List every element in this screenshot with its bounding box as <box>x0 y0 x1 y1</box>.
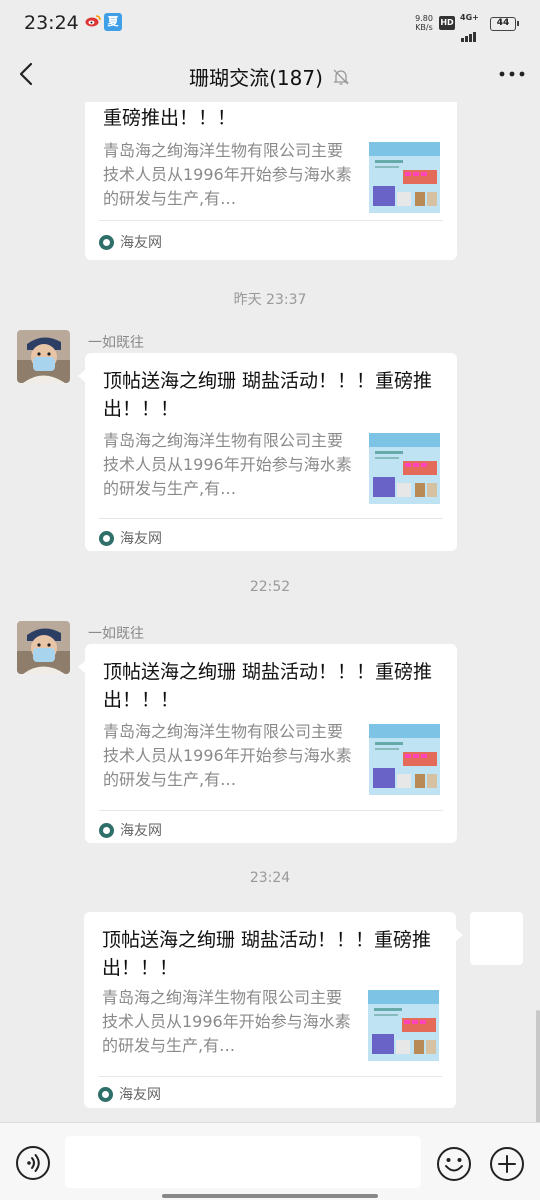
weibo-icon <box>85 14 101 32</box>
more-dots-icon[interactable] <box>496 60 528 88</box>
card-source: 海友网 <box>99 820 162 840</box>
hd-icon: HD <box>439 16 455 30</box>
battery-level: 44 <box>496 18 510 28</box>
card-title: 顶帖送海之绚珊 瑚盐活动！！！重磅推出！！！ <box>103 661 433 711</box>
card-thumbnail <box>369 142 440 213</box>
battery-icon: 44 <box>490 17 519 31</box>
haiyouwang-logo-icon <box>99 530 114 546</box>
card-source-name: 海友网 <box>120 235 162 251</box>
sender-name: 一如既往 <box>88 335 144 351</box>
link-card[interactable]: 顶帖送海之绚珊 瑚盐活动！！！重磅推出！！！ 青岛海之绚海洋生物有限公司主要技术… <box>78 644 457 843</box>
card-source-name: 海友网 <box>119 1087 161 1103</box>
haiyouwang-logo-icon <box>99 822 114 838</box>
network-type: 4G+ <box>460 13 479 22</box>
timestamp: 23:24 <box>249 870 291 886</box>
card-thumbnail <box>369 724 440 795</box>
link-card-outgoing[interactable]: 顶帖送海之绚珊 瑚盐活动！！！重磅推出！！！ 青岛海之绚海洋生物有限公司主要技术… <box>84 912 463 1108</box>
plus-icon[interactable] <box>489 1146 525 1182</box>
timestamp: 22:52 <box>249 579 291 595</box>
avatar[interactable] <box>17 330 70 383</box>
bell-off-icon <box>331 67 351 87</box>
link-card-partial[interactable]: 重磅推出！！！ 青岛海之绚海洋生物有限公司主要技术人员从1996年开始参与海水素… <box>85 102 457 260</box>
scrollbar[interactable] <box>536 1010 540 1122</box>
chat-screen: 23:24 夏 9.80 KB/s HD 4G+ 44 珊瑚交流(187) 重磅… <box>0 0 540 1200</box>
message-input[interactable] <box>65 1136 421 1188</box>
emoji-icon[interactable] <box>436 1146 472 1182</box>
signal-icon: 4G+ <box>460 13 486 42</box>
card-divider <box>98 1076 442 1077</box>
card-title: 重磅推出！！！ <box>103 107 237 129</box>
nav-bar: 珊瑚交流(187) <box>0 50 540 102</box>
card-source: 海友网 <box>99 232 162 252</box>
status-bar: 23:24 夏 9.80 KB/s HD 4G+ 44 <box>0 0 540 50</box>
app-notification-icon: 夏 <box>104 13 122 31</box>
card-description: 青岛海之绚海洋生物有限公司主要技术人员从1996年开始参与海水素的研发与生产,有… <box>103 722 352 789</box>
chat-title: 珊瑚交流(187) <box>0 62 540 91</box>
haiyouwang-logo-icon <box>99 234 114 250</box>
card-description: 青岛海之绚海洋生物有限公司主要技术人员从1996年开始参与海水素的研发与生产,有… <box>103 141 352 208</box>
speed-unit: KB/s <box>415 23 433 32</box>
card-title: 顶帖送海之绚珊 瑚盐活动！！！重磅推出！！！ <box>103 370 433 420</box>
card-source: 海友网 <box>98 1084 161 1104</box>
card-thumbnail <box>369 433 440 504</box>
card-divider <box>99 220 443 221</box>
card-description: 青岛海之绚海洋生物有限公司主要技术人员从1996年开始参与海水素的研发与生产,有… <box>102 988 351 1055</box>
voice-icon[interactable] <box>16 1146 50 1180</box>
card-description: 青岛海之绚海洋生物有限公司主要技术人员从1996年开始参与海水素的研发与生产,有… <box>103 431 352 498</box>
message-list[interactable]: 重磅推出！！！ 青岛海之绚海洋生物有限公司主要技术人员从1996年开始参与海水素… <box>0 102 540 1122</box>
card-divider <box>99 518 443 519</box>
chat-title-text: 珊瑚交流(187) <box>189 66 323 90</box>
card-source-name: 海友网 <box>120 823 162 839</box>
avatar[interactable] <box>17 621 70 674</box>
card-source: 海友网 <box>99 528 162 548</box>
card-divider <box>99 810 443 811</box>
timestamp: 昨天 23:37 <box>233 292 307 308</box>
card-source-name: 海友网 <box>120 531 162 547</box>
speed-value: 9.80 <box>415 14 433 23</box>
link-card[interactable]: 顶帖送海之绚珊 瑚盐活动！！！重磅推出！！！ 青岛海之绚海洋生物有限公司主要技术… <box>78 353 457 551</box>
haiyouwang-logo-icon <box>98 1086 113 1102</box>
network-speed: 9.80 KB/s <box>412 14 436 32</box>
card-thumbnail <box>368 990 439 1061</box>
home-indicator[interactable] <box>162 1194 378 1198</box>
avatar-self[interactable] <box>470 912 523 965</box>
input-bar <box>0 1122 540 1200</box>
card-title: 顶帖送海之绚珊 瑚盐活动！！！重磅推出！！！ <box>102 929 432 979</box>
sender-name: 一如既往 <box>88 626 144 642</box>
status-time: 23:24 <box>24 12 79 34</box>
